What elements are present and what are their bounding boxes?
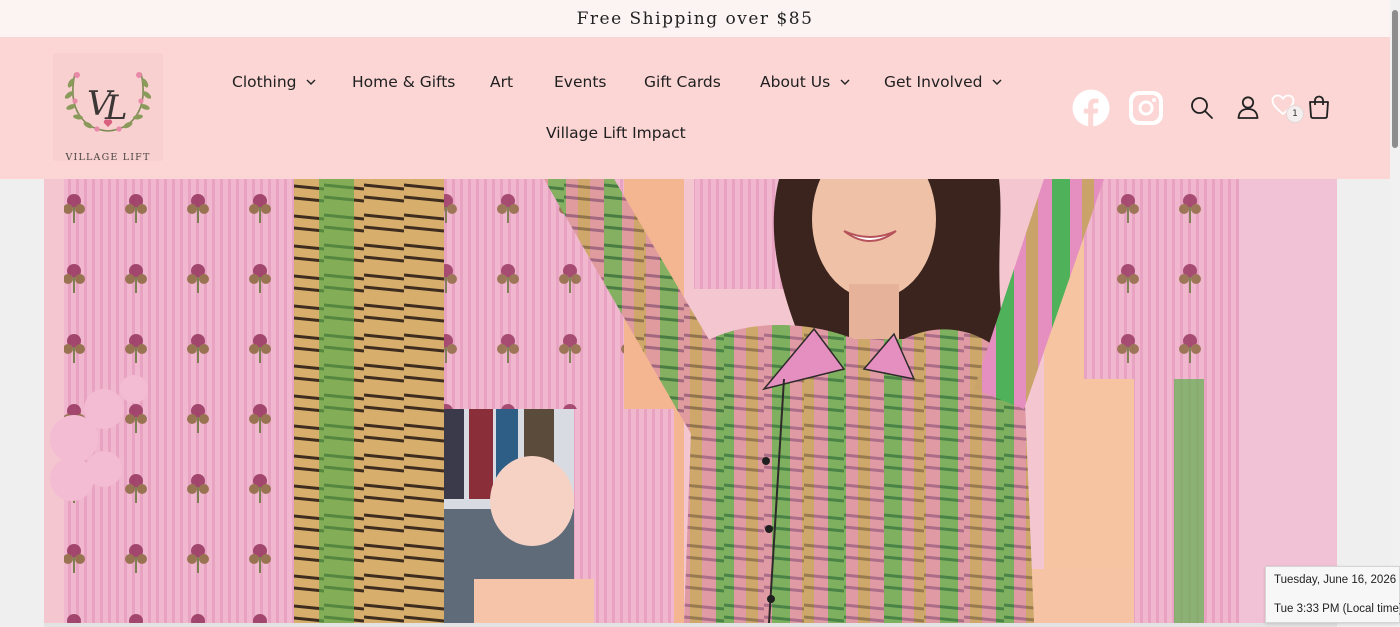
nav-item-label: Get Involved xyxy=(884,73,983,91)
brand-name: VILLAGE LIFT xyxy=(65,152,151,163)
announcement-text: Free Shipping over $85 xyxy=(576,8,814,29)
chevron-down-icon xyxy=(306,79,316,85)
nav-item-gift-cards[interactable]: Gift Cards xyxy=(644,73,721,91)
clock-time: Tue 3:33 PM (Local time) xyxy=(1274,603,1400,615)
wishlist-count-badge: 1 xyxy=(1286,105,1304,123)
nav-item-label: Gift Cards xyxy=(644,73,721,91)
nav-item-home-gifts[interactable]: Home & Gifts xyxy=(352,73,455,91)
nav-item-village-lift-impact[interactable]: Village Lift Impact xyxy=(546,124,686,142)
nav-item-about-us[interactable]: About Us xyxy=(760,73,850,91)
nav-item-get-involved[interactable]: Get Involved xyxy=(884,73,1002,91)
taskbar-clock-tooltip: Tuesday, June 16, 2026 Tue 3:33 PM (Loca… xyxy=(1265,566,1400,623)
page-divider xyxy=(44,623,1337,627)
search-icon[interactable] xyxy=(1189,95,1215,121)
nav-item-label: Art xyxy=(490,73,514,91)
nav-item-label: About Us xyxy=(760,73,831,91)
hero-photo xyxy=(44,179,1337,623)
nav-item-art[interactable]: Art xyxy=(490,73,513,91)
chevron-down-icon xyxy=(992,79,1002,85)
hero-image[interactable] xyxy=(44,179,1337,623)
account-icon[interactable] xyxy=(1235,94,1261,120)
logo[interactable]: V L VILLAGE LIFT xyxy=(53,53,163,163)
announcement-bar: Free Shipping over $85 xyxy=(0,0,1390,37)
nav-item-label: Village Lift Impact xyxy=(546,124,686,142)
svg-text:L: L xyxy=(104,88,128,128)
clock-date: Tuesday, June 16, 2026 xyxy=(1274,574,1397,586)
scrollbar-thumb[interactable] xyxy=(1392,10,1398,148)
nav-item-label: Clothing xyxy=(232,73,297,91)
cart-icon[interactable] xyxy=(1306,94,1332,120)
chevron-down-icon xyxy=(840,79,850,85)
instagram-icon[interactable] xyxy=(1127,89,1165,127)
nav-item-clothing[interactable]: Clothing xyxy=(232,73,316,91)
facebook-icon[interactable] xyxy=(1072,89,1110,127)
nav-item-label: Events xyxy=(554,73,607,91)
site-header: V L VILLAGE LIFT Clothing Home & Gifts A… xyxy=(0,37,1390,179)
nav-item-events[interactable]: Events xyxy=(554,73,606,91)
monogram-vl: V L xyxy=(87,84,128,128)
nav-item-label: Home & Gifts xyxy=(352,73,456,91)
